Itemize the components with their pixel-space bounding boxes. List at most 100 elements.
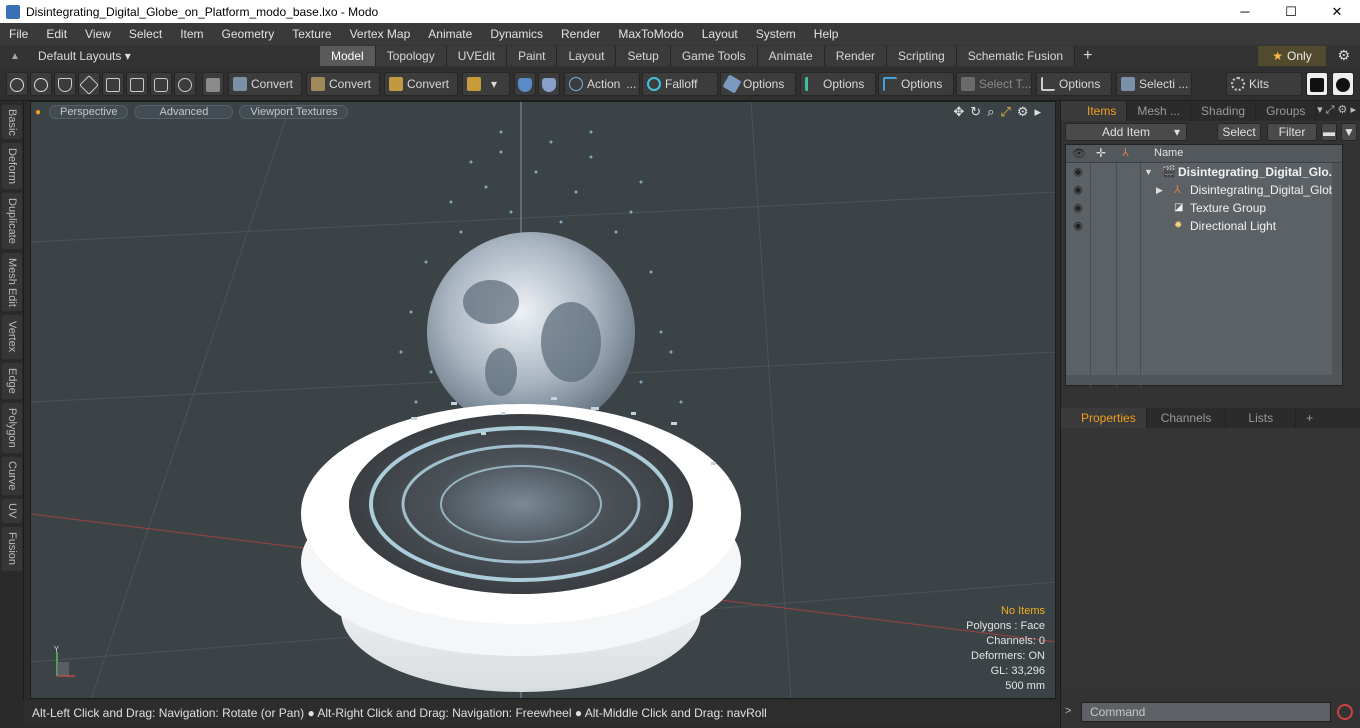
- list-item[interactable]: ◉ ▼ 🎬 Disintegrating_Digital_Glo...: [1066, 163, 1342, 181]
- action-center-button[interactable]: Action...: [564, 72, 640, 96]
- collapse-icon[interactable]: ▬: [1321, 123, 1337, 141]
- menu-item[interactable]: Item: [171, 23, 212, 45]
- minimize-button[interactable]: ─: [1222, 0, 1268, 23]
- tab-fusion[interactable]: Fusion: [2, 527, 22, 571]
- tab-items[interactable]: Items: [1061, 101, 1128, 121]
- polygon-mode-button[interactable]: [126, 72, 148, 96]
- convert-button-3[interactable]: Convert: [384, 72, 458, 96]
- command-input[interactable]: Command: [1081, 702, 1331, 722]
- close-button[interactable]: ✕: [1314, 0, 1360, 23]
- tab-groups[interactable]: Groups: [1256, 101, 1317, 121]
- tab-layout[interactable]: Layout: [557, 46, 617, 66]
- convert-button-2[interactable]: Convert: [306, 72, 380, 96]
- pan-icon[interactable]: ✥: [953, 104, 964, 120]
- tab-setup[interactable]: Setup: [616, 46, 671, 66]
- tab-uv[interactable]: UV: [2, 499, 22, 523]
- menu-layout[interactable]: Layout: [693, 23, 747, 45]
- pen-mode-button[interactable]: [54, 72, 76, 96]
- tab-channels[interactable]: Channels: [1147, 408, 1227, 428]
- tab-mesh[interactable]: Mesh ...: [1127, 101, 1192, 121]
- menu-help[interactable]: Help: [805, 23, 848, 45]
- tab-vertex[interactable]: Vertex: [2, 315, 22, 359]
- tab-topology[interactable]: Topology: [375, 46, 447, 66]
- options-button-3[interactable]: Options: [878, 72, 954, 96]
- tab-basic[interactable]: Basic: [2, 105, 22, 139]
- default-layouts-dropdown[interactable]: Default Layouts ▾: [30, 49, 320, 63]
- filter-button[interactable]: Filter: [1267, 123, 1317, 141]
- items-scrollbar[interactable]: [1332, 163, 1342, 385]
- maximize-viewport-icon[interactable]: ⤢: [1000, 104, 1010, 120]
- visibility-eye-icon[interactable]: ◉: [1070, 199, 1086, 217]
- panel-gear-icon[interactable]: ⚙: [1338, 104, 1348, 116]
- menu-dynamics[interactable]: Dynamics: [481, 23, 552, 45]
- add-layout-tab-button[interactable]: +: [1083, 47, 1092, 65]
- viewport-gear-icon[interactable]: ⚙: [1017, 104, 1029, 120]
- brush-mode-button[interactable]: [78, 72, 100, 96]
- tab-shading[interactable]: Shading: [1191, 101, 1257, 121]
- visibility-eye-icon[interactable]: ◉: [1070, 163, 1086, 181]
- tab-model[interactable]: Model: [320, 46, 376, 66]
- globe-mode-button[interactable]: [30, 72, 52, 96]
- menu-animate[interactable]: Animate: [419, 23, 481, 45]
- menu-file[interactable]: File: [0, 23, 37, 45]
- tab-animate[interactable]: Animate: [757, 46, 825, 66]
- vertex-mode-button[interactable]: [6, 72, 28, 96]
- select-button[interactable]: Select: [1217, 123, 1261, 141]
- item-mode-button[interactable]: [174, 72, 196, 96]
- edge-mode-button[interactable]: [102, 72, 124, 96]
- tab-paint[interactable]: Paint: [507, 46, 558, 66]
- tab-polygon[interactable]: Polygon: [2, 403, 22, 453]
- options-button-1[interactable]: Options: [720, 72, 796, 96]
- command-arrow-icon[interactable]: >: [1065, 705, 1071, 717]
- tab-curve[interactable]: Curve: [2, 457, 22, 495]
- perspective-button[interactable]: Perspective: [49, 105, 129, 119]
- tab-schematic-fusion[interactable]: Schematic Fusion: [956, 46, 1076, 66]
- add-tab-button[interactable]: +: [1296, 408, 1323, 428]
- tab-lists[interactable]: Lists: [1226, 408, 1297, 428]
- menu-view[interactable]: View: [76, 23, 120, 45]
- add-item-dropdown[interactable]: Add Item ▾: [1065, 123, 1187, 141]
- advanced-button[interactable]: Advanced: [134, 105, 234, 119]
- rotate-icon[interactable]: ↻: [970, 104, 981, 120]
- menu-render[interactable]: Render: [552, 23, 609, 45]
- falloff-button[interactable]: Falloff: [642, 72, 718, 96]
- cube-mode-button[interactable]: [202, 72, 224, 96]
- 3d-viewport[interactable]: ● Perspective Advanced Viewport Textures…: [30, 101, 1056, 699]
- menu-texture[interactable]: Texture: [283, 23, 340, 45]
- tab-deform[interactable]: Deform: [2, 143, 22, 189]
- viewport-textures-button[interactable]: Viewport Textures: [239, 105, 349, 119]
- tab-uvedit[interactable]: UVEdit: [446, 46, 508, 66]
- expand-up-icon[interactable]: ▲: [0, 51, 30, 62]
- tab-scripting[interactable]: Scripting: [887, 46, 957, 66]
- unreal-button[interactable]: [1332, 72, 1354, 96]
- viewport-menu-dot-icon[interactable]: ●: [33, 107, 43, 118]
- only-toggle[interactable]: ★ Only: [1258, 46, 1326, 66]
- name-column-header[interactable]: Name: [1154, 147, 1183, 159]
- selection-sets-button[interactable]: Selecti ...: [1116, 72, 1192, 96]
- maximize-button[interactable]: ☐: [1268, 0, 1314, 23]
- tab-duplicate[interactable]: Duplicate: [2, 193, 22, 249]
- tab-render[interactable]: Render: [824, 46, 888, 66]
- expand-arrow-icon[interactable]: ▼: [1144, 163, 1153, 181]
- material-mode-button[interactable]: [150, 72, 172, 96]
- snap-dropdown[interactable]: ▾: [462, 72, 510, 96]
- menu-edit[interactable]: Edit: [37, 23, 76, 45]
- list-item[interactable]: ◉ ◪ Texture Group: [1066, 199, 1342, 217]
- menu-maxtomodo[interactable]: MaxToModo: [609, 23, 692, 45]
- convert-button-1[interactable]: Convert: [228, 72, 302, 96]
- options-button-2[interactable]: Options: [800, 72, 876, 96]
- tab-mesh-edit[interactable]: Mesh Edit: [2, 253, 22, 311]
- items-hscrollbar[interactable]: [1066, 375, 1342, 385]
- visibility-eye-icon[interactable]: ◉: [1070, 217, 1086, 235]
- options-button-4[interactable]: Options: [1036, 72, 1112, 96]
- menu-select[interactable]: Select: [120, 23, 171, 45]
- panel-more-icon[interactable]: ▸: [1350, 104, 1356, 116]
- funnel-icon[interactable]: ▼: [1341, 123, 1357, 141]
- kits-button[interactable]: Kits: [1226, 72, 1302, 96]
- zoom-icon[interactable]: ⌕: [987, 104, 994, 120]
- layout-gear-icon[interactable]: ⚙: [1337, 47, 1350, 64]
- viewport-more-icon[interactable]: ▸: [1034, 104, 1041, 120]
- list-item[interactable]: ◉ ✹ Directional Light: [1066, 217, 1342, 235]
- menu-geometry[interactable]: Geometry: [213, 23, 284, 45]
- menu-vertex-map[interactable]: Vertex Map: [341, 23, 420, 45]
